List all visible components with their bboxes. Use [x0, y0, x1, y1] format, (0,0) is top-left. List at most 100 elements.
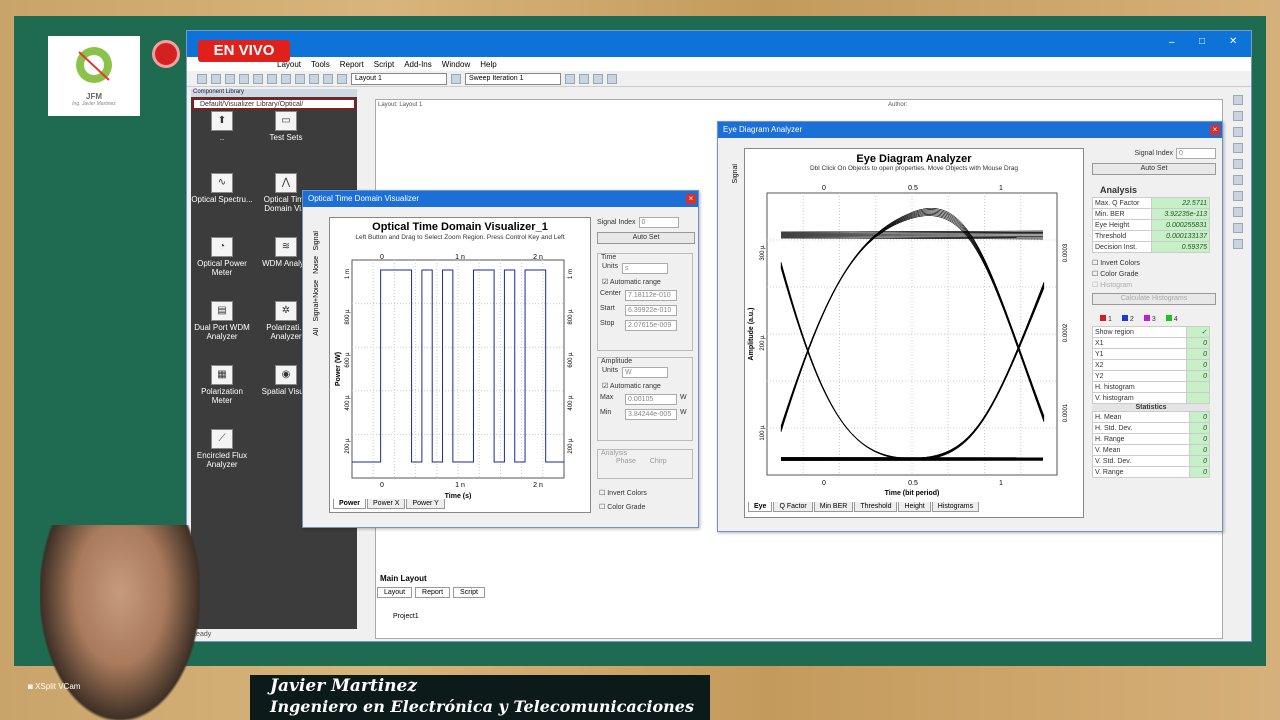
- marker-tab-2[interactable]: 2: [1121, 315, 1134, 323]
- select-icon[interactable]: [1233, 111, 1243, 121]
- time-units-select[interactable]: s: [621, 263, 668, 274]
- auto-set-button[interactable]: Auto Set: [597, 232, 695, 244]
- tab-height[interactable]: Height: [898, 502, 931, 512]
- analysis-value[interactable]: 0.000133137: [1151, 230, 1210, 242]
- center-field[interactable]: 7.18112e-010: [625, 290, 677, 301]
- layout-icon[interactable]: [337, 73, 347, 84]
- library-item-testsets[interactable]: ▭ Test Sets: [255, 111, 317, 142]
- rect-icon[interactable]: [1233, 159, 1243, 169]
- otdv-chart[interactable]: 0 0 1 n 1 n 2 n 2 n 1 m 1 m 800 µ 800 µ 600 µ 600 µ…: [330, 254, 590, 504]
- new-icon[interactable]: [197, 73, 207, 84]
- link-icon[interactable]: [1233, 127, 1243, 137]
- stat-value[interactable]: 0: [1188, 466, 1211, 478]
- library-item-dual-wdm[interactable]: ▤ Dual Port WDM Analyzer: [191, 301, 253, 341]
- ellipse-icon[interactable]: [1233, 175, 1243, 185]
- tab-report[interactable]: Report: [415, 587, 451, 598]
- close-icon[interactable]: ✕: [1229, 36, 1237, 47]
- stat-value[interactable]: 0: [1188, 455, 1211, 467]
- min-field[interactable]: 3.84244e-005: [625, 409, 677, 420]
- signal-index-input[interactable]: 0: [638, 217, 679, 228]
- stat-value[interactable]: 0: [1188, 444, 1211, 456]
- paste-icon[interactable]: [281, 73, 291, 84]
- tab-q-factor[interactable]: Q Factor: [773, 502, 813, 512]
- stat-value[interactable]: 0: [1188, 411, 1211, 423]
- align-icon[interactable]: [593, 73, 603, 84]
- stop-field[interactable]: 2.07615e-009: [625, 320, 677, 331]
- arrow-icon[interactable]: [1233, 143, 1243, 153]
- zoom-in-icon[interactable]: [1233, 207, 1243, 217]
- side-tab-signal-noise[interactable]: Signal+Noise: [313, 280, 320, 321]
- save-icon[interactable]: [225, 73, 235, 84]
- run-icon[interactable]: [309, 73, 319, 84]
- calculate-histograms-button[interactable]: Calculate Histograms: [1092, 293, 1216, 305]
- tab-threshold[interactable]: Threshold: [854, 502, 898, 512]
- side-tab-noise[interactable]: Noise: [313, 256, 320, 274]
- start-field[interactable]: 6.39922e-010: [625, 305, 677, 316]
- zoom-fit-icon[interactable]: [1233, 239, 1243, 249]
- otdv-close-icon[interactable]: ×: [686, 194, 696, 204]
- chirp-radio[interactable]: Chirp: [650, 458, 667, 465]
- minimize-icon[interactable]: –: [1169, 37, 1175, 48]
- checkbox-icon[interactable]: ☐: [1092, 260, 1098, 267]
- checkbox-icon[interactable]: ☐: [1092, 282, 1098, 289]
- marker-value[interactable]: [1186, 392, 1210, 404]
- library-path[interactable]: Default/Visualizer Library/Optical/: [193, 99, 355, 109]
- tab-power-y[interactable]: Power Y: [406, 499, 445, 509]
- analysis-value[interactable]: 3.92235e-113: [1151, 208, 1210, 220]
- cut-icon[interactable]: [253, 73, 263, 84]
- checkbox-icon[interactable]: ☐: [599, 504, 605, 511]
- marker-value[interactable]: 0: [1186, 348, 1210, 360]
- checkbox-icon[interactable]: ☐: [599, 490, 605, 497]
- library-item-polarization-meter[interactable]: ▦ Polarization Meter: [191, 365, 253, 405]
- checkbox-icon[interactable]: ☑: [602, 279, 608, 286]
- undo-icon[interactable]: [295, 73, 305, 84]
- print-icon[interactable]: [239, 73, 249, 84]
- tab-power[interactable]: Power: [333, 499, 367, 509]
- menu-help[interactable]: Help: [480, 60, 496, 69]
- sweep-select[interactable]: Sweep Iteration 1: [465, 72, 561, 85]
- eye-signal-index-input[interactable]: 0: [1176, 148, 1216, 159]
- checkbox-icon[interactable]: ☑: [602, 383, 608, 390]
- side-tab-all[interactable]: All: [313, 328, 320, 336]
- eye-close-icon[interactable]: ×: [1210, 125, 1220, 135]
- marker-value[interactable]: ✓: [1186, 326, 1210, 338]
- marker-value[interactable]: 0: [1186, 370, 1210, 382]
- checkbox-icon[interactable]: ☐: [1092, 271, 1098, 278]
- side-tab-signal[interactable]: Signal: [313, 231, 320, 250]
- main-layout-tab[interactable]: Main Layout: [380, 574, 427, 583]
- stop-icon[interactable]: [323, 73, 333, 84]
- tab-layout[interactable]: Layout: [377, 587, 413, 598]
- maximize-icon[interactable]: □: [1199, 36, 1205, 47]
- report-icon[interactable]: [607, 73, 617, 84]
- eye-side-tab-signal[interactable]: Signal: [732, 164, 739, 183]
- project-tab[interactable]: Project1: [393, 613, 419, 620]
- analysis-value[interactable]: 0.000255831: [1151, 219, 1210, 231]
- menu-script[interactable]: Script: [374, 60, 394, 69]
- marker-value[interactable]: [1186, 381, 1210, 393]
- stat-value[interactable]: 0: [1188, 422, 1211, 434]
- pointer-icon[interactable]: [1233, 95, 1243, 105]
- library-item-up[interactable]: ⬆..: [191, 111, 253, 142]
- library-item-encircled-flux[interactable]: ⟋ Encircled Flux Analyzer: [191, 429, 253, 469]
- analysis-value[interactable]: 22.5711: [1151, 197, 1210, 209]
- eye-auto-set-button[interactable]: Auto Set: [1092, 163, 1216, 175]
- marker-value[interactable]: 0: [1186, 337, 1210, 349]
- stat-value[interactable]: 0: [1188, 433, 1211, 445]
- marker-tab-1[interactable]: 1: [1100, 315, 1112, 323]
- tab-min-ber[interactable]: Min BER: [813, 502, 854, 512]
- phase-radio[interactable]: Phase: [616, 458, 636, 465]
- library-item-power-meter[interactable]: ◔ Optical Power Meter: [191, 237, 253, 277]
- otdv-plot-area[interactable]: Optical Time Domain Visualizer_1 Left Bu…: [329, 217, 591, 513]
- zoom-icon[interactable]: [565, 73, 575, 84]
- text-icon[interactable]: [1233, 191, 1243, 201]
- layout-props-icon[interactable]: [451, 73, 461, 84]
- menu-tools[interactable]: Tools: [311, 60, 330, 69]
- copy-icon[interactable]: [267, 73, 277, 84]
- grid-icon[interactable]: [579, 73, 589, 84]
- eye-plot-area[interactable]: Eye Diagram Analyzer Dbl Click On Object…: [744, 148, 1084, 518]
- menu-report[interactable]: Report: [340, 60, 364, 69]
- open-icon[interactable]: [211, 73, 221, 84]
- max-field[interactable]: 0.00105: [625, 394, 677, 405]
- menu-addins[interactable]: Add-Ins: [404, 60, 432, 69]
- layout-select[interactable]: Layout 1: [351, 72, 447, 85]
